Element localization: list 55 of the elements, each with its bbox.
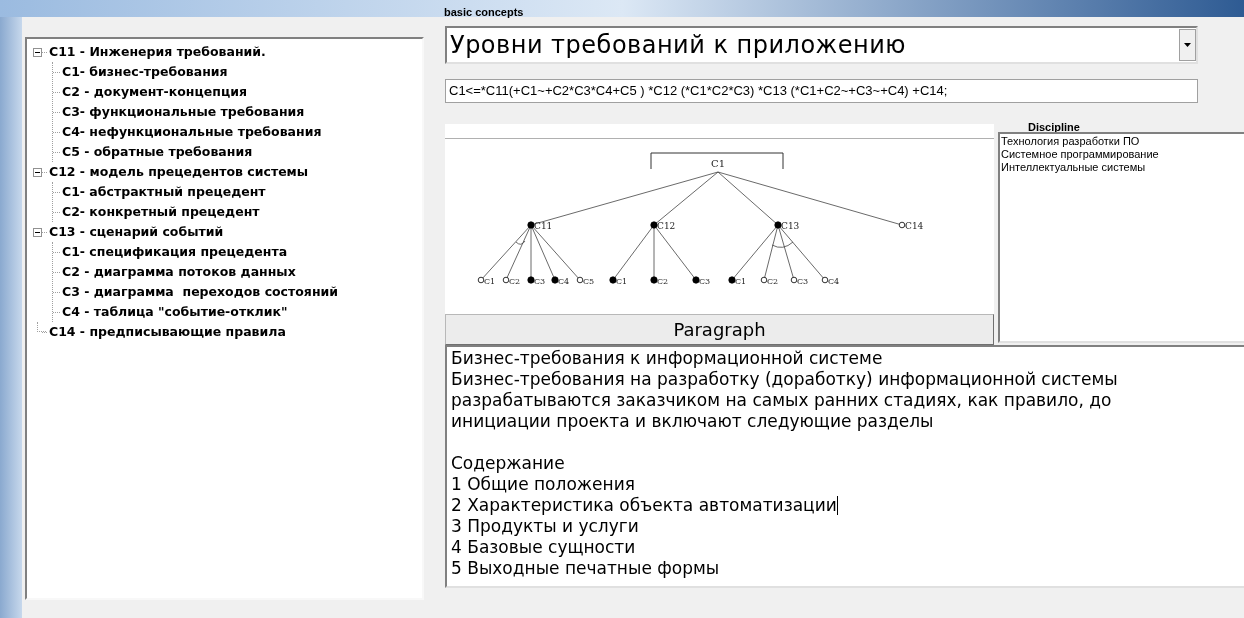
tree-item[interactable]: C1- спецификация прецедента — [61, 242, 288, 262]
tree-item[interactable]: C4- нефункциональные требования — [61, 122, 322, 142]
node-label: C3 — [699, 277, 711, 286]
node-label: C14 — [905, 221, 924, 231]
formula-field[interactable]: C1<=*C11(+C1~+C2*C3*C4+C5 ) *C12 (*C1*C2*C3) *C13 (*C1+C2~+C3~+C4) +C14; — [445, 79, 1198, 103]
tree-item[interactable]: C1- бизнес-требования — [61, 62, 228, 82]
node-label: C1 — [616, 277, 628, 286]
node-label: C3 — [534, 277, 546, 286]
node-label: C1 — [484, 277, 496, 286]
tree-item[interactable]: C2 - документ-концепция — [61, 82, 247, 102]
discipline-label: Discipline — [1027, 121, 1081, 133]
tree-item[interactable]: C2 - диаграмма потоков данных — [61, 262, 296, 282]
node-label: C3 — [797, 277, 809, 286]
paragraph-button[interactable]: Paragraph — [445, 314, 994, 345]
paragraph-line: Содержание — [451, 453, 566, 474]
dropdown-arrow-button[interactable] — [1179, 29, 1196, 61]
list-item[interactable]: Системное программирование — [1001, 148, 1244, 161]
paragraph-line: 3 Продукты и услуги — [451, 516, 640, 537]
paragraph-line: Бизнес-требования на разработку (доработку) информационной системы разрабатываются заказчиком на самых ранних стадиях, как правило, до инициации проекта и включают следующие разделы — [451, 369, 1119, 432]
collapse-icon[interactable] — [32, 227, 42, 237]
tree-item[interactable]: C3 - диаграмма переходов состояний — [61, 282, 339, 302]
tree-item[interactable]: C14 - предписывающие правила — [48, 322, 286, 342]
tree-item[interactable]: C12 - модель прецедентов системы — [48, 162, 309, 182]
paragraph-text-area[interactable] — [445, 345, 1244, 588]
node-label: C4 — [558, 277, 570, 286]
node-label: C2 — [509, 277, 521, 286]
node-label: C1 — [711, 158, 725, 169]
node-label: C1 — [735, 277, 747, 286]
paragraph-line: Бизнес-требования к информационной системе — [451, 348, 884, 369]
list-item[interactable]: Интеллектуальные системы — [1001, 161, 1244, 174]
tree-item[interactable]: C13 - сценарий событий — [48, 222, 224, 242]
tree-item[interactable]: C1- абстрактный прецедент — [61, 182, 266, 202]
collapse-icon[interactable] — [32, 167, 42, 177]
collapse-icon[interactable] — [32, 47, 42, 57]
node-label: C2 — [767, 277, 779, 286]
caret-icon — [1184, 43, 1191, 47]
tree-item[interactable]: C5 - обратные требования — [61, 142, 253, 162]
paragraph-line: 2 Характеристика объекта автоматизации — [451, 495, 839, 516]
list-item[interactable]: Технология разработки ПО — [1001, 135, 1244, 148]
tree-item[interactable]: C2- конкретный прецедент — [61, 202, 260, 222]
tree-item[interactable]: C3- функциональные требования — [61, 102, 305, 122]
concept-dropdown[interactable]: Уровни требований к приложению — [445, 26, 1198, 64]
node-label: C12 — [657, 221, 676, 231]
node-label: C5 — [583, 277, 595, 286]
paragraph-line: 1 Общие положения — [451, 474, 636, 495]
paragraph-line: 4 Базовые сущности — [451, 537, 637, 558]
paragraph-line: 5 Выходные печатные формы — [451, 558, 721, 579]
section-label: basic concepts — [444, 5, 525, 19]
tree-item[interactable]: C11 - Инженерия требований. — [48, 42, 266, 62]
node-label: C13 — [781, 221, 800, 231]
dropdown-value: Уровни требований к приложению — [449, 30, 907, 61]
tree-item[interactable]: C4 - таблица "событие-отклик" — [61, 302, 288, 322]
node-label: C11 — [534, 221, 553, 231]
node-label: C2 — [657, 277, 669, 286]
node-label: C4 — [828, 277, 840, 286]
